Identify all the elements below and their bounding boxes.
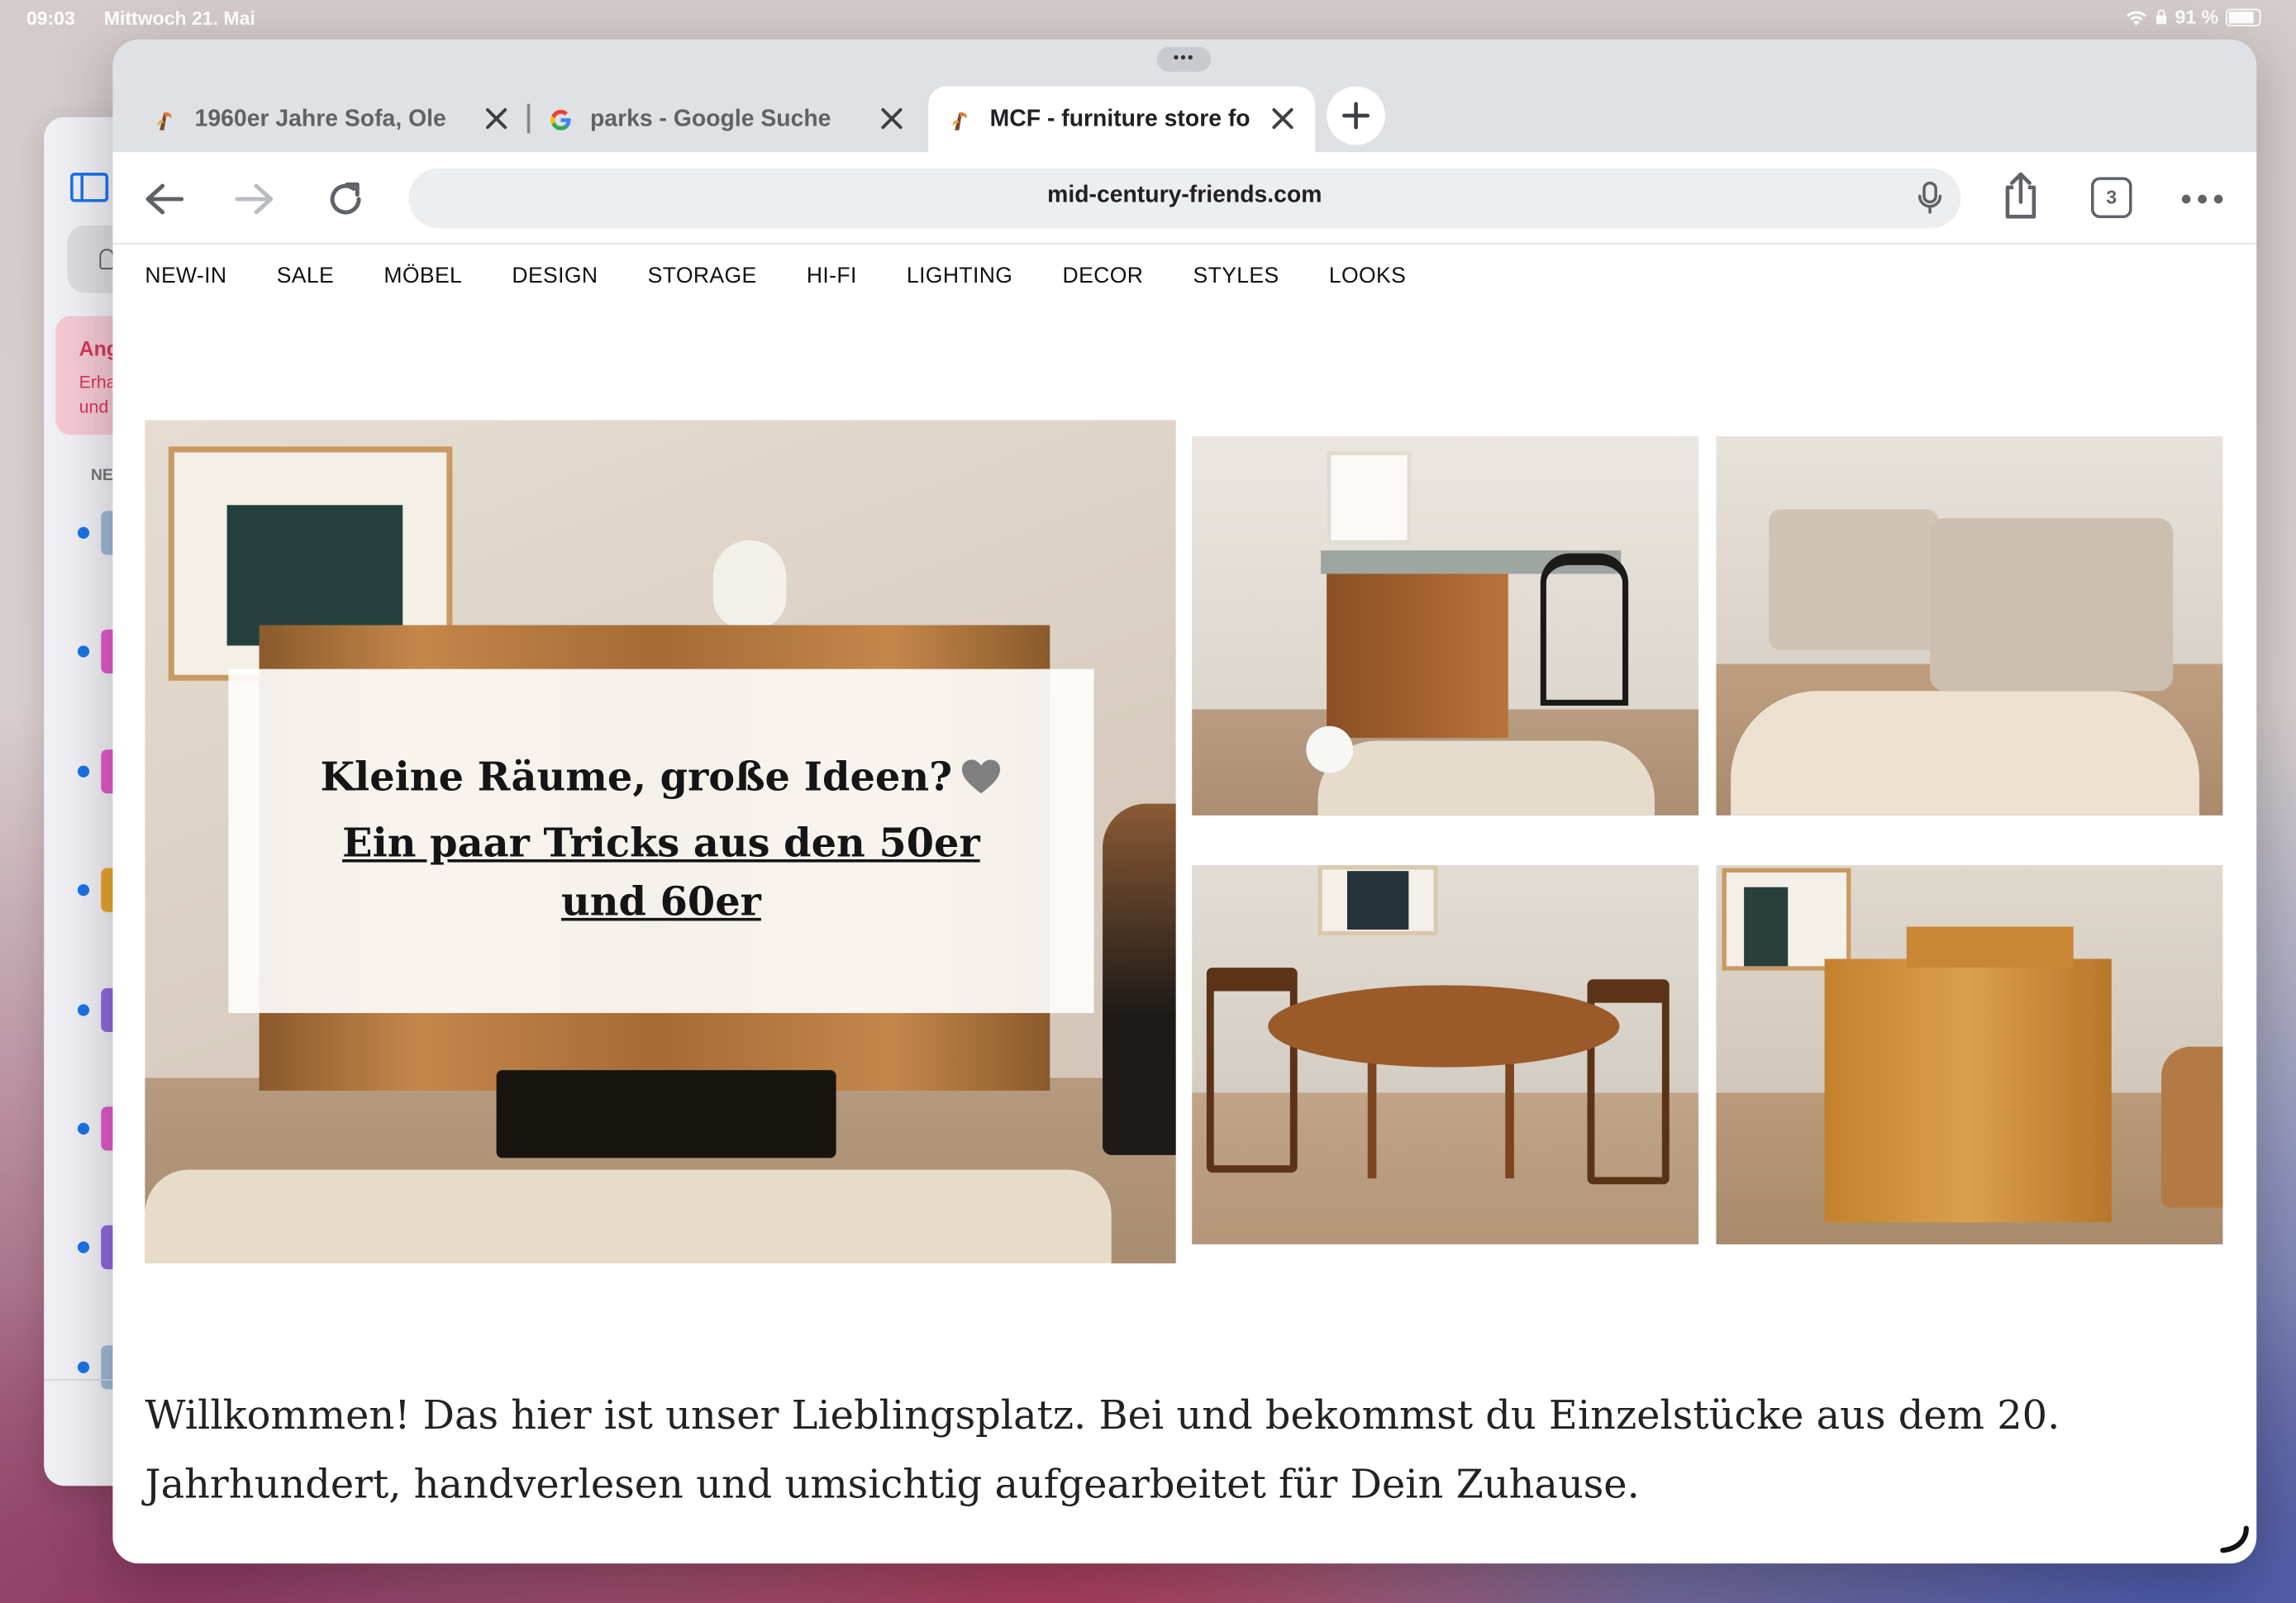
back-button[interactable] [139, 174, 188, 224]
google-icon [549, 107, 572, 131]
tab-title: 1960er Jahre Sofa, Ole [194, 106, 446, 131]
hero-image-sideboard[interactable]: Kleine Räume, große Ideen? Ein paar Tric… [145, 420, 1176, 1263]
mcf-logo-icon [154, 107, 177, 131]
tab-title: parks - Google Suche [589, 106, 831, 131]
mcf-logo-icon [949, 107, 972, 131]
product-photo-lounge-chairs[interactable] [1716, 435, 2223, 816]
reload-button[interactable] [321, 174, 370, 224]
unread-dot-icon [77, 526, 90, 539]
vase [712, 540, 787, 629]
more-menu-button[interactable] [2178, 174, 2227, 224]
notice-text-line-2: und [79, 397, 109, 417]
grey-heart-icon [962, 759, 1001, 794]
battery-percentage: 91 % [2175, 6, 2219, 28]
lock-icon [2156, 9, 2167, 25]
nav-item-moebel[interactable]: MÖBEL [383, 264, 462, 288]
window-resize-handle-icon[interactable] [2217, 1523, 2249, 1555]
product-photo-corner-desk[interactable] [1192, 435, 1699, 816]
hero-overlay-card: Kleine Räume, große Ideen? Ein paar Tric… [228, 668, 1094, 1014]
unread-dot-icon [77, 1361, 90, 1373]
tab-strip: ••• 1960er Jahre Sofa, Ole parks - Googl… [112, 39, 2257, 153]
nav-item-storage[interactable]: STORAGE [648, 264, 757, 288]
site-nav: NEW-IN SALE MÖBEL DESIGN STORAGE HI-FI L… [145, 264, 1455, 288]
arrow-right-icon [235, 183, 274, 215]
nav-item-decor[interactable]: DECOR [1063, 264, 1144, 288]
tab-switcher-button[interactable]: 3 [2090, 177, 2132, 218]
rug [145, 1169, 1112, 1263]
forward-button[interactable] [230, 174, 279, 224]
share-icon [2005, 172, 2036, 219]
nav-item-styles[interactable]: STYLES [1193, 264, 1279, 288]
notice-text-line-1: Erha [79, 372, 117, 392]
tab-mcf-store[interactable]: MCF - furniture store fo [928, 86, 1315, 153]
web-content: NEW-IN SALE MÖBEL DESIGN STORAGE HI-FI L… [112, 245, 2257, 1564]
close-icon[interactable] [877, 104, 906, 133]
sideboard-base [496, 1070, 836, 1158]
close-icon[interactable] [1268, 104, 1297, 133]
status-date: Mittwoch 21. Mai [103, 7, 255, 30]
reload-icon [330, 182, 361, 215]
url-text: mid-century-friends.com [1047, 183, 1322, 208]
microphone-icon[interactable] [1914, 180, 1946, 216]
hero-article-link[interactable]: Ein paar Tricks aus den 50er und 60er [311, 816, 1012, 933]
new-tab-button[interactable] [1327, 86, 1386, 145]
nav-item-new-in[interactable]: NEW-IN [145, 264, 226, 288]
battery-icon [2225, 7, 2261, 26]
unread-dot-icon [77, 1003, 90, 1016]
share-button[interactable] [1996, 171, 2046, 221]
chair [1103, 803, 1176, 1155]
browser-toolbar: mid-century-friends.com 3 [112, 152, 2257, 245]
hero-heading: Kleine Räume, große Ideen? [228, 755, 1093, 801]
nav-item-looks[interactable]: LOOKS [1329, 264, 1406, 288]
product-photo-dining-table[interactable] [1192, 865, 1699, 1244]
browser-window: ••• 1960er Jahre Sofa, Ole parks - Googl… [112, 39, 2257, 1564]
status-bar: 09:03 Mittwoch 21. Mai 91 % [0, 0, 2296, 38]
nav-item-design[interactable]: DESIGN [512, 264, 598, 288]
arrow-left-icon [145, 183, 184, 215]
sidebar-toggle-icon[interactable] [70, 173, 109, 202]
unread-dot-icon [77, 1122, 90, 1135]
tab-title: MCF - furniture store fo [989, 106, 1250, 131]
hero-heading-text: Kleine Räume, große Ideen? [320, 755, 953, 802]
nav-item-sale[interactable]: SALE [277, 264, 334, 288]
nav-item-lighting[interactable]: LIGHTING [907, 264, 1012, 288]
nav-item-hi-fi[interactable]: HI-FI [807, 264, 857, 288]
unread-dot-icon [77, 646, 90, 659]
product-photo-writing-desk[interactable] [1716, 865, 2223, 1244]
section-label: NE [90, 467, 113, 485]
welcome-text: Willkommen! Das hier ist unser Lieblings… [145, 1393, 2060, 1508]
address-bar[interactable]: mid-century-friends.com [408, 168, 1961, 229]
more-icon [2181, 194, 2223, 204]
status-indicators: 91 % [2125, 6, 2261, 28]
close-icon[interactable] [482, 104, 511, 133]
unread-dot-icon [77, 765, 90, 778]
tab-sofa[interactable]: 1960er Jahre Sofa, Ole [133, 87, 528, 153]
plus-icon [1342, 102, 1370, 130]
wifi-icon [2127, 10, 2147, 26]
unread-dot-icon [77, 1242, 90, 1254]
unread-dot-icon [77, 884, 90, 897]
window-drag-handle[interactable]: ••• [1156, 46, 1212, 72]
tab-google-search[interactable]: parks - Google Suche [529, 87, 924, 153]
status-time: 09:03 [26, 7, 75, 30]
